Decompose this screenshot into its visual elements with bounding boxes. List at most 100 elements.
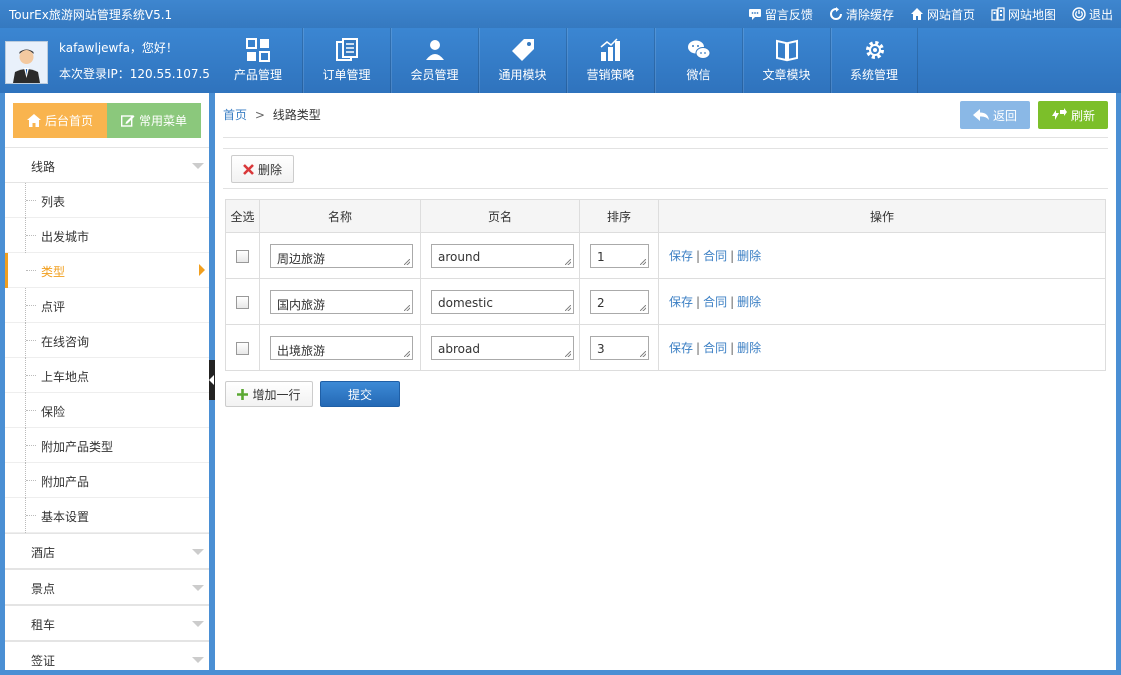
sidebar-item-review[interactable]: 点评 [5,288,209,323]
tag-icon [512,39,534,61]
common-menu-label: 常用菜单 [138,114,187,128]
bar-chart-icon [600,38,620,61]
sidebar-item-label: 出发城市 [41,230,90,244]
save-link[interactable]: 保存 [669,249,693,263]
tree-branch [26,340,36,341]
tree-branch [26,445,36,446]
merge-link[interactable]: 合同 [703,249,727,263]
delete-link[interactable]: 删除 [737,249,761,263]
page-name-column-header: 页名 [420,199,580,233]
add-row-label: 增加一行 [252,387,301,402]
sidebar-group-label: 租车 [31,618,56,632]
page-name-input[interactable]: domestic [431,289,574,314]
breadcrumb: 首页 > 线路类型 [223,106,321,123]
nav-system-management[interactable]: 系统管理 [830,28,918,93]
common-menu-button[interactable]: 常用菜单 [107,103,201,138]
sidebar-item-addon-type[interactable]: 附加产品类型 [5,428,209,463]
refresh-button[interactable]: 刷新 [1038,101,1108,129]
table-row: 国内旅游 domestic 2 保存 | 合同 | 删除 [225,278,1106,325]
select-all-header[interactable]: 全选 [225,199,260,233]
sidebar-item-type[interactable]: 类型 [5,253,209,288]
back-button[interactable]: 返回 [960,101,1030,129]
nav-label: 会员管理 [410,68,459,82]
add-row-button[interactable]: 增加一行 [225,381,313,407]
back-arrow-icon [972,109,989,121]
sort-input[interactable]: 1 [590,243,649,268]
submit-button[interactable]: 提交 [320,381,400,407]
name-input[interactable]: 国内旅游 [270,289,413,314]
nav-common-module[interactable]: 通用模块 [478,28,566,93]
nav-order-management[interactable]: 订单管理 [302,28,390,93]
row-checkbox[interactable] [236,295,249,309]
row-actions: 保存 | 合同 | 删除 [658,278,1106,325]
sidebar-item-basic-settings[interactable]: 基本设置 [5,498,209,533]
tree-branch [26,235,36,236]
nav-wechat[interactable]: 微信 [654,28,742,93]
nav-product-management[interactable]: 产品管理 [214,28,302,93]
tree-branch [26,480,36,481]
top-bar: TourEx旅游网站管理系统V5.1 留言反馈 清除缓存 网站首页 网站地图 退… [0,0,1121,28]
page-name-input[interactable]: around [431,243,574,268]
top-link-clear-cache[interactable]: 清除缓存 [829,6,894,23]
top-link-label: 清除缓存 [845,7,894,22]
book-icon [776,39,798,62]
nav-article-module[interactable]: 文章模块 [742,28,830,93]
separator: | [730,341,735,355]
sidebar-group-scenic[interactable]: 景点 [5,569,209,605]
sidebar-item-insurance[interactable]: 保险 [5,393,209,428]
separator: | [730,249,735,263]
nav-label: 通用模块 [498,68,547,82]
message-icon [748,9,761,20]
sidebar: 后台首页 常用菜单 线路 列表 出发城市 类型 点评 在线咨询 上车地点 保险 … [5,93,209,670]
top-link-logout[interactable]: 退出 [1072,6,1113,23]
delete-link[interactable]: 删除 [737,295,761,309]
sidebar-group-hotel[interactable]: 酒店 [5,533,209,569]
merge-link[interactable]: 合同 [703,295,727,309]
refresh-icon [1051,108,1067,120]
page-name-input[interactable]: abroad [431,335,574,360]
sort-input[interactable]: 2 [590,289,649,314]
top-link-sitemap[interactable]: 网站地图 [991,6,1056,23]
divider [223,148,1108,149]
sidebar-group-label: 酒店 [31,546,56,560]
sidebar-item-departure-city[interactable]: 出发城市 [5,218,209,253]
name-input[interactable]: 周边旅游 [270,243,413,268]
chevron-down-icon [192,657,204,663]
nav-member-management[interactable]: 会员管理 [390,28,478,93]
sidebar-item-label: 上车地点 [41,370,90,384]
sidebar-group-car-rental[interactable]: 租车 [5,605,209,641]
tree-branch [26,375,36,376]
user-icon [426,40,444,60]
edit-icon [120,115,135,127]
delete-link[interactable]: 删除 [737,341,761,355]
nav-marketing-strategy[interactable]: 营销策略 [566,28,654,93]
breadcrumb-home-link[interactable]: 首页 [223,108,247,122]
sidebar-item-boarding-point[interactable]: 上车地点 [5,358,209,393]
name-input[interactable]: 出境旅游 [270,335,413,360]
merge-link[interactable]: 合同 [703,341,727,355]
top-link-site-home[interactable]: 网站首页 [910,6,975,23]
sidebar-item-online-consult[interactable]: 在线咨询 [5,323,209,358]
row-checkbox[interactable] [236,249,249,263]
active-indicator [5,253,8,288]
save-link[interactable]: 保存 [669,341,693,355]
sidebar-item-addon-product[interactable]: 附加产品 [5,463,209,498]
sort-column-header: 排序 [579,199,659,233]
sort-input[interactable]: 3 [590,335,649,360]
chevron-down-icon [192,621,204,627]
grid-icon [246,38,270,62]
sidebar-group-visa[interactable]: 签证 [5,641,209,670]
top-link-feedback[interactable]: 留言反馈 [748,6,813,23]
home-icon [910,8,923,20]
save-link[interactable]: 保存 [669,295,693,309]
home-icon [26,114,41,127]
admin-home-button[interactable]: 后台首页 [13,103,107,138]
sidebar-item-label: 基本设置 [41,510,90,524]
row-checkbox[interactable] [236,341,249,355]
actions-column-header: 操作 [658,199,1106,233]
batch-delete-button[interactable]: 删除 [231,155,294,183]
top-link-label: 网站地图 [1007,7,1056,22]
document-icon [336,38,358,61]
sidebar-group-route[interactable]: 线路 [5,147,209,183]
sidebar-item-list[interactable]: 列表 [5,183,209,218]
